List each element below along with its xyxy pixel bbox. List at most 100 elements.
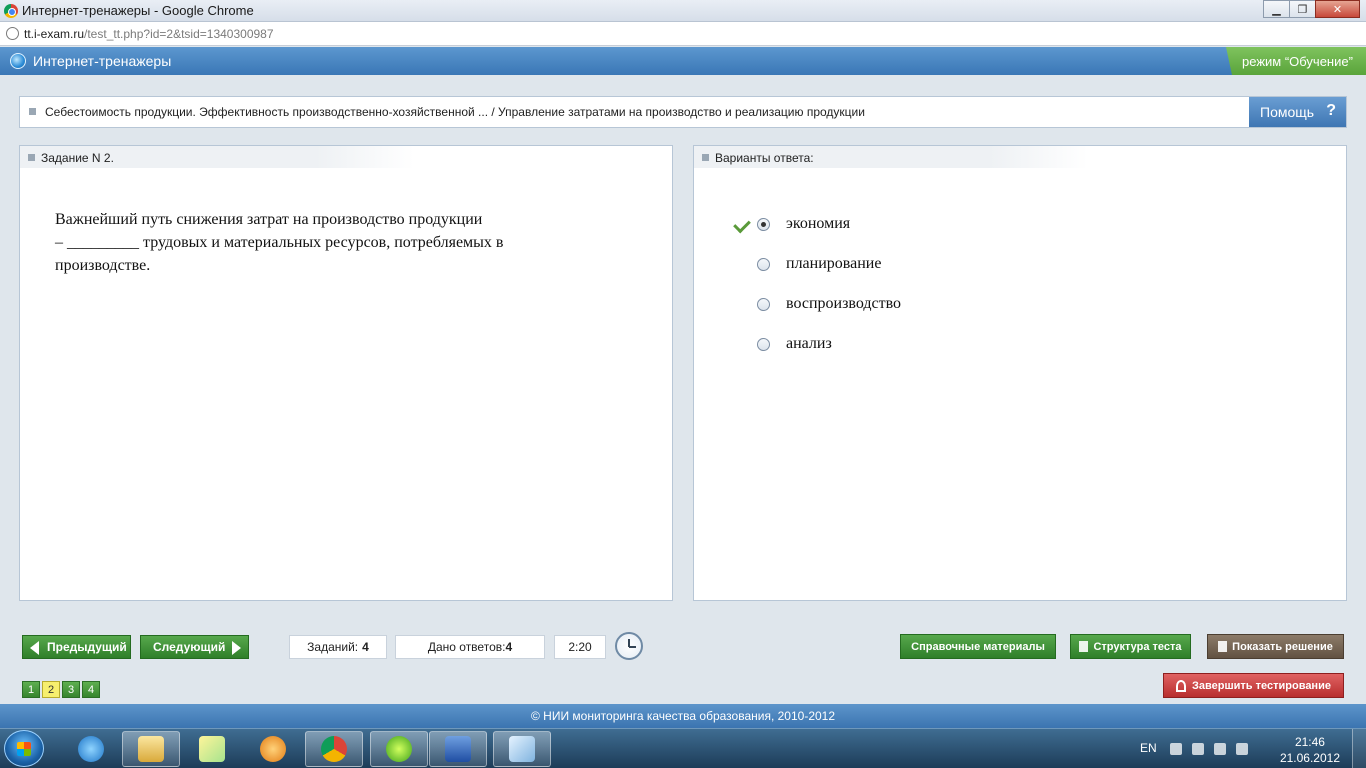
page-button-current[interactable]: 2 xyxy=(42,681,60,698)
task-panel: Задание N 2. Важнейший путь снижения зат… xyxy=(19,145,673,601)
previous-button[interactable]: Предыдущий xyxy=(22,635,131,659)
tasks-count-label: Заданий: xyxy=(307,640,359,654)
breadcrumb: Себестоимость продукции. Эффективность п… xyxy=(19,96,1347,128)
action-center-icon[interactable] xyxy=(1192,743,1204,755)
answer-radio[interactable] xyxy=(757,297,770,311)
chrome-logo-icon xyxy=(4,4,18,18)
system-tray: EN 21:46 21.06.2012 xyxy=(1126,729,1366,768)
question-line: – _________ трудовых и материальных ресу… xyxy=(55,234,504,251)
question-line: Важнейший путь снижения затрат на произв… xyxy=(55,211,483,228)
answers-panel: Варианты ответа: экономия планирование в… xyxy=(693,145,1347,601)
answers-header: Варианты ответа: xyxy=(715,151,814,165)
test-structure-label: Структура теста xyxy=(1093,640,1182,653)
page-button[interactable]: 1 xyxy=(22,681,40,698)
answer-radio[interactable] xyxy=(757,257,770,271)
sticky-notes-icon xyxy=(199,736,225,762)
help-button-label: Помощь xyxy=(1260,104,1315,120)
address-bar[interactable]: tt.i-exam.ru/test_tt.php?id=2&tsid=13403… xyxy=(0,22,1366,46)
answer-option[interactable]: планирование xyxy=(734,244,901,284)
window-controls: ▁ ❐ ✕ xyxy=(1263,0,1360,18)
runner-icon xyxy=(1176,679,1187,692)
answer-label: планирование xyxy=(786,255,882,272)
next-button-label: Следующий xyxy=(153,640,226,654)
taskbar-word[interactable] xyxy=(429,731,487,767)
tasks-count: Заданий: 4 xyxy=(289,635,387,659)
tray-arrow-icon[interactable] xyxy=(1170,743,1182,755)
maximize-button[interactable]: ❐ xyxy=(1289,0,1316,18)
task-panel-header: Задание N 2. xyxy=(20,146,414,168)
network-signal-icon[interactable] xyxy=(1214,743,1226,755)
page-navigator: 1 2 3 4 xyxy=(22,681,100,698)
question-text: Важнейший путь снижения затрат на произв… xyxy=(55,208,585,277)
taskbar-chrome[interactable] xyxy=(305,731,363,767)
answered-count: Дано ответов: 4 xyxy=(395,635,545,659)
timer: 2:20 xyxy=(554,635,606,659)
next-button[interactable]: Следующий xyxy=(140,635,249,659)
answer-options: экономия планирование воспроизводство ан… xyxy=(734,204,901,364)
close-button[interactable]: ✕ xyxy=(1315,0,1360,18)
check-placeholder xyxy=(734,254,756,274)
taskbar-notes[interactable] xyxy=(183,731,241,767)
folder-icon xyxy=(138,736,164,762)
mode-badge: режим “Обучение” xyxy=(1226,47,1366,75)
taskbar-explorer[interactable] xyxy=(122,731,180,767)
icq-flower-icon xyxy=(386,736,412,762)
start-button[interactable] xyxy=(4,730,44,767)
show-solution-label: Показать решение xyxy=(1232,640,1333,653)
answered-count-value: 4 xyxy=(505,640,513,654)
reference-materials-label: Справочные материалы xyxy=(911,640,1045,653)
bullet-square-icon xyxy=(702,154,709,161)
check-placeholder xyxy=(734,294,756,314)
footer: © НИИ мониторинга качества образования, … xyxy=(0,704,1366,728)
answer-label: экономия xyxy=(786,215,851,232)
book-icon xyxy=(1218,641,1228,652)
url-text[interactable]: tt.i-exam.ru/test_tt.php?id=2&tsid=13403… xyxy=(24,27,274,41)
reference-materials-button[interactable]: Справочные материалы xyxy=(900,634,1056,659)
arrow-left-icon xyxy=(30,641,39,655)
taskbar-ie[interactable] xyxy=(62,731,120,767)
clock[interactable]: 21:46 21.06.2012 xyxy=(1280,734,1340,766)
breadcrumb-text: Себестоимость продукции. Эффективность п… xyxy=(45,105,865,119)
question-line: производстве. xyxy=(55,257,151,274)
word-icon xyxy=(445,736,471,762)
taskbar-icq[interactable] xyxy=(370,731,428,767)
window-title: Интернет-тренажеры - Google Chrome xyxy=(22,3,254,18)
answered-count-label: Дано ответов: xyxy=(427,640,506,654)
page-button[interactable]: 4 xyxy=(82,681,100,698)
app-header: Интернет-тренажеры режим “Обучение” xyxy=(0,47,1366,75)
taskbar-notepad[interactable] xyxy=(493,731,551,767)
taskbar: EN 21:46 21.06.2012 xyxy=(0,728,1366,768)
url-path: /test_tt.php?id=2&tsid=1340300987 xyxy=(84,27,274,41)
finish-test-label: Завершить тестирование xyxy=(1192,679,1331,692)
page-globe-icon xyxy=(6,27,19,40)
minimize-button[interactable]: ▁ xyxy=(1263,0,1290,18)
correct-check-icon xyxy=(734,214,756,234)
answer-radio[interactable] xyxy=(757,217,770,231)
test-structure-button[interactable]: Структура теста xyxy=(1070,634,1191,659)
language-indicator[interactable]: EN xyxy=(1140,741,1157,755)
app-globe-icon xyxy=(10,53,26,69)
answer-option[interactable]: воспроизводство xyxy=(734,284,901,324)
taskbar-media-player[interactable] xyxy=(244,731,302,767)
previous-button-label: Предыдущий xyxy=(47,640,127,654)
notepad-icon xyxy=(509,736,535,762)
window-titlebar: Интернет-тренажеры - Google Chrome ▁ ❐ ✕ xyxy=(0,0,1366,22)
volume-icon[interactable] xyxy=(1236,743,1248,755)
answer-option[interactable]: анализ xyxy=(734,324,901,364)
answer-radio[interactable] xyxy=(757,337,770,351)
answer-option[interactable]: экономия xyxy=(734,204,901,244)
finish-test-button[interactable]: Завершить тестирование xyxy=(1163,673,1344,698)
answer-label: анализ xyxy=(786,335,832,352)
show-desktop-button[interactable] xyxy=(1352,729,1366,768)
help-button[interactable]: Помощь ? xyxy=(1249,97,1346,127)
check-placeholder xyxy=(734,334,756,354)
clock-icon xyxy=(615,632,643,660)
task-number: Задание N 2. xyxy=(41,151,114,165)
chrome-icon xyxy=(321,736,347,762)
help-question-icon: ? xyxy=(1326,102,1336,119)
show-solution-button[interactable]: Показать решение xyxy=(1207,634,1344,659)
page-button[interactable]: 3 xyxy=(62,681,80,698)
answer-label: воспроизводство xyxy=(786,295,902,312)
answers-panel-header: Варианты ответа: xyxy=(694,146,1088,168)
list-icon xyxy=(1079,641,1089,652)
